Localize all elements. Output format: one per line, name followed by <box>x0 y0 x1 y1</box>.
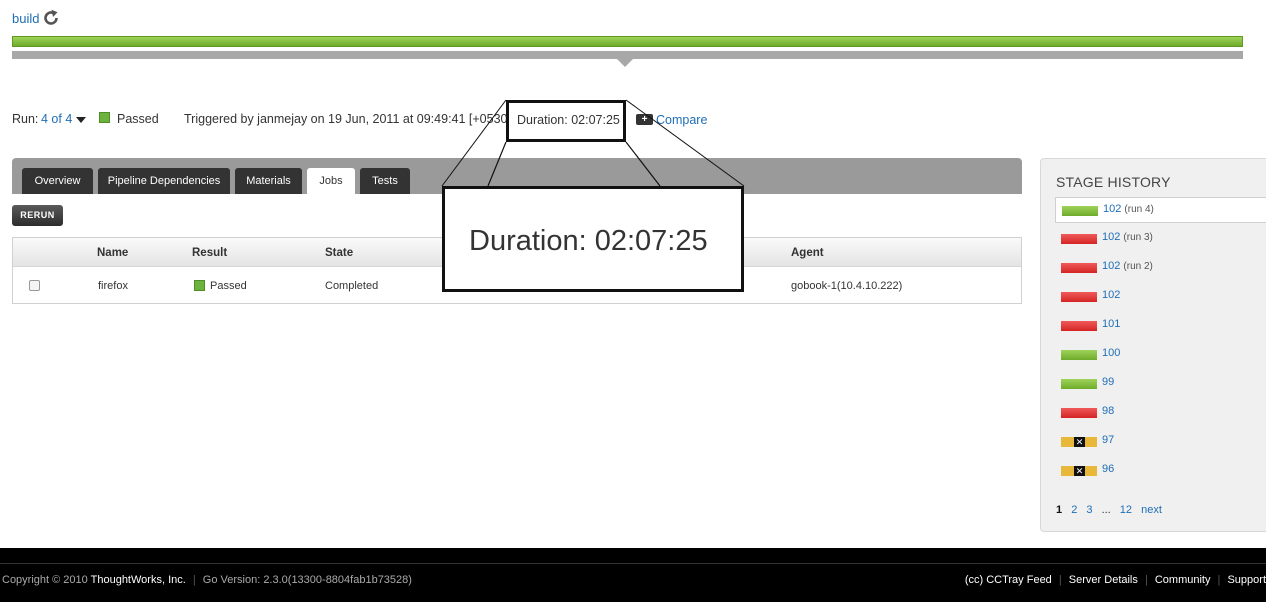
stage-history-item[interactable]: 98 <box>1055 400 1266 426</box>
stage-run-link[interactable]: 98 <box>1102 405 1114 417</box>
compare-link[interactable]: Compare <box>656 113 707 127</box>
passed-status-bar <box>1061 379 1097 389</box>
rerun-button[interactable]: RERUN <box>12 205 63 226</box>
job-result: Passed <box>210 280 247 292</box>
zoom-callout: Duration: 02:07:25 <box>442 186 744 292</box>
pager-page-2[interactable]: 2 <box>1071 504 1077 516</box>
pipeline-link[interactable]: build <box>12 11 39 26</box>
failed-status-bar <box>1061 234 1097 244</box>
footer-link-server-details[interactable]: Server Details <box>1069 574 1138 586</box>
passed-status-bar <box>1061 350 1097 360</box>
footer-links: (cc) CCTray Feed | Server Details | Comm… <box>964 574 1266 586</box>
stage-history-item[interactable]: 100 <box>1055 342 1266 368</box>
footer-company: ThoughtWorks, Inc. <box>90 574 186 586</box>
job-state: Completed <box>325 280 379 292</box>
column-state[interactable]: State <box>325 247 353 259</box>
cancelled-icon: ✕ <box>1074 466 1085 476</box>
triggered-by-text: Triggered by janmejay on 19 Jun, 2011 at… <box>184 112 511 126</box>
stage-run-link[interactable]: 96 <box>1102 463 1114 475</box>
stage-run-link[interactable]: 102 <box>1102 289 1120 301</box>
stage-run-link[interactable]: 102 <box>1103 203 1121 215</box>
column-result[interactable]: Result <box>192 247 227 259</box>
passed-status-bar <box>1062 206 1098 216</box>
job-select-checkbox[interactable] <box>29 280 40 291</box>
tab-tests[interactable]: Tests <box>360 168 410 194</box>
stage-progress-bar <box>12 36 1243 47</box>
pager-page-3[interactable]: 3 <box>1086 504 1092 516</box>
footer-link-support[interactable]: Support <box>1227 574 1266 586</box>
stage-history-item[interactable]: 101 <box>1055 313 1266 339</box>
footer-copyright: Copyright © 2010 <box>2 574 88 586</box>
stage-run-link[interactable]: 101 <box>1102 318 1120 330</box>
pager-next[interactable]: next <box>1141 504 1162 516</box>
column-name[interactable]: Name <box>97 247 128 259</box>
stage-run-number: (run 2) <box>1123 261 1153 272</box>
stage-progress-track <box>12 51 1243 59</box>
refresh-icon[interactable] <box>42 9 60 27</box>
stage-history-item[interactable]: ✕ 96 <box>1055 458 1266 484</box>
run-label: Run: <box>12 112 39 126</box>
stage-run-number: (run 3) <box>1123 232 1153 243</box>
column-agent[interactable]: Agent <box>791 247 824 259</box>
run-selector[interactable]: 4 of 4 <box>41 112 72 126</box>
failed-status-bar <box>1061 408 1097 418</box>
tab-overview[interactable]: Overview <box>22 168 93 194</box>
footer-link-cctray[interactable]: (cc) CCTray Feed <box>965 574 1052 586</box>
passed-status-icon <box>194 280 205 291</box>
stage-run-link[interactable]: 100 <box>1102 347 1120 359</box>
stage-history-item[interactable]: 102 <box>1055 284 1266 310</box>
stage-history-item[interactable]: 102 (run 2) <box>1055 255 1266 281</box>
tab-materials[interactable]: Materials <box>235 168 302 194</box>
pager-ellipsis: ... <box>1101 504 1111 516</box>
progress-pointer-icon <box>617 59 633 67</box>
compare-icon[interactable]: + <box>636 114 653 125</box>
stage-history-item[interactable]: 102 (run 4) <box>1055 197 1266 223</box>
stage-run-link[interactable]: 97 <box>1102 434 1114 446</box>
duration-text: Duration: 02:07:25 <box>506 100 626 142</box>
cancelled-status-bar: ✕ <box>1061 466 1097 476</box>
tab-pipeline-dependencies[interactable]: Pipeline Dependencies <box>98 168 230 194</box>
stage-run-link[interactable]: 99 <box>1102 376 1114 388</box>
stage-history-title: STAGE HISTORY <box>1056 174 1171 190</box>
chevron-down-icon[interactable] <box>76 117 86 123</box>
stage-run-link[interactable]: 102 <box>1102 260 1120 272</box>
footer-link-community[interactable]: Community <box>1155 574 1211 586</box>
pager-current-page: 1 <box>1056 504 1063 516</box>
job-name-link[interactable]: firefox <box>98 280 128 292</box>
pipeline-stage-page: build Run: 4 of 4 Passed Triggered by ja… <box>0 0 1266 602</box>
run-status: Passed <box>117 112 159 126</box>
footer-version: Go Version: 2.3.0(13300-8804fab1b73528) <box>202 574 412 586</box>
cancelled-status-bar: ✕ <box>1061 437 1097 447</box>
footer-divider <box>0 563 1266 564</box>
stage-history-item[interactable]: 99 <box>1055 371 1266 397</box>
failed-status-bar <box>1061 321 1097 331</box>
stage-history-item[interactable]: 102 (run 3) <box>1055 226 1266 252</box>
failed-status-bar <box>1061 292 1097 302</box>
stage-history-pager: 1 2 3 ... 12 next <box>1056 504 1162 516</box>
stage-history-item[interactable]: ✕ 97 <box>1055 429 1266 455</box>
stage-run-number: (run 4) <box>1124 204 1154 215</box>
job-agent: gobook-1(10.4.10.222) <box>791 280 903 292</box>
footer-info: Copyright © 2010 ThoughtWorks, Inc. | Go… <box>2 574 412 586</box>
failed-status-bar <box>1061 263 1097 273</box>
stage-run-link[interactable]: 102 <box>1102 231 1120 243</box>
cancelled-icon: ✕ <box>1074 437 1085 447</box>
tab-jobs[interactable]: Jobs <box>307 168 355 194</box>
pager-last-page[interactable]: 12 <box>1120 504 1132 516</box>
passed-status-icon <box>99 112 110 123</box>
